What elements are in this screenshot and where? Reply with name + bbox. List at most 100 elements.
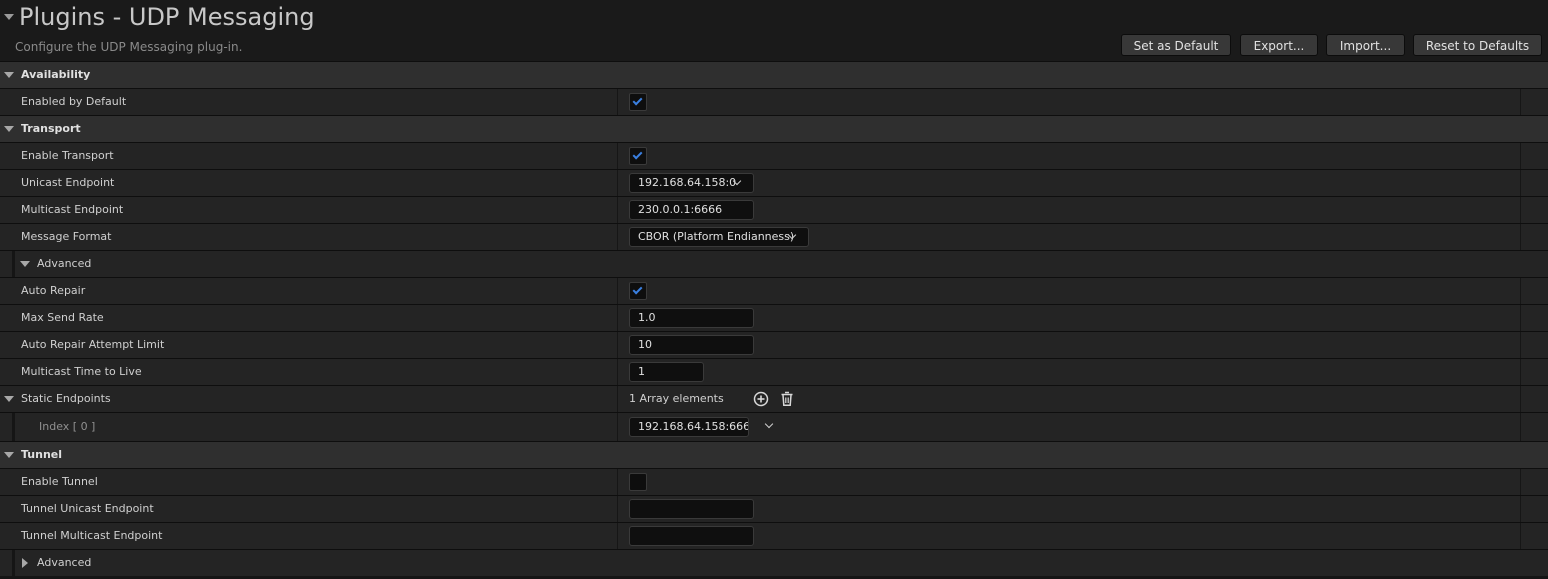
column-divider[interactable] [617, 359, 618, 385]
column-divider[interactable] [617, 386, 618, 412]
column-divider [1520, 359, 1521, 385]
property-row-tunnel-unicast-endpoint: Tunnel Unicast Endpoint [0, 495, 1548, 522]
property-label: Enable Tunnel [21, 475, 98, 488]
property-row-multicast-endpoint: Multicast Endpoint 230.0.0.1:6666 [0, 196, 1548, 223]
array-index-label: Index [ 0 ] [39, 420, 96, 433]
array-element-row: Index [ 0 ] 192.168.64.158:6666 [0, 412, 1548, 441]
array-count: 1 Array elements [629, 392, 724, 405]
property-label: Multicast Time to Live [21, 365, 142, 378]
column-divider [1520, 305, 1521, 331]
column-divider [1520, 197, 1521, 223]
checkmark-icon [632, 284, 643, 295]
property-row-unicast-endpoint: Unicast Endpoint 192.168.64.158:0 [0, 169, 1548, 196]
property-label: Message Format [21, 230, 112, 243]
column-divider [1520, 224, 1521, 250]
export-button[interactable]: Export... [1240, 34, 1318, 56]
enable-transport-checkbox[interactable] [629, 147, 647, 165]
message-format-dropdown[interactable]: CBOR (Platform Endianness) [629, 227, 809, 247]
collapse-caret-icon[interactable] [4, 396, 14, 402]
set-as-default-button[interactable]: Set as Default [1121, 34, 1231, 56]
collapse-caret-icon[interactable] [4, 14, 14, 20]
tunnel-unicast-endpoint-input[interactable] [629, 499, 754, 519]
column-divider[interactable] [617, 496, 618, 522]
property-row-message-format: Message Format CBOR (Platform Endianness… [0, 223, 1548, 250]
property-label: Enable Transport [21, 149, 114, 162]
unicast-endpoint-dropdown[interactable]: 192.168.64.158:0 [629, 173, 754, 193]
property-label: Static Endpoints [21, 392, 111, 405]
dropdown-value: CBOR (Platform Endianness) [638, 230, 795, 243]
property-row-multicast-ttl: Multicast Time to Live 1 [0, 358, 1548, 385]
column-divider[interactable] [617, 332, 618, 358]
column-divider[interactable] [617, 224, 618, 250]
indent-bar [12, 251, 15, 277]
enabled-by-default-checkbox[interactable] [629, 93, 647, 111]
column-divider[interactable] [617, 413, 618, 441]
category-tunnel[interactable]: Tunnel [0, 441, 1548, 468]
enable-tunnel-checkbox[interactable] [629, 473, 647, 491]
collapse-caret-icon[interactable] [4, 452, 14, 458]
property-row-tunnel-multicast-endpoint: Tunnel Multicast Endpoint [0, 522, 1548, 549]
auto-repair-checkbox[interactable] [629, 282, 647, 300]
column-divider[interactable] [617, 143, 618, 169]
checkmark-icon [632, 149, 643, 160]
subcategory-label: Advanced [37, 257, 92, 270]
column-divider [1520, 496, 1521, 522]
property-row-auto-repair: Auto Repair [0, 277, 1548, 304]
category-availability[interactable]: Availability [0, 61, 1548, 88]
property-row-max-send-rate: Max Send Rate 1.0 [0, 304, 1548, 331]
checkmark-icon [632, 95, 643, 106]
subcategory-label: Advanced [37, 556, 92, 569]
subcategory-advanced[interactable]: Advanced [0, 250, 1548, 277]
column-divider[interactable] [617, 523, 618, 549]
column-divider [1520, 89, 1521, 115]
import-button[interactable]: Import... [1326, 34, 1405, 56]
column-divider [1520, 469, 1521, 495]
chevron-down-icon[interactable] [764, 419, 774, 429]
property-row-enable-tunnel: Enable Tunnel [0, 468, 1548, 495]
column-divider [1520, 523, 1521, 549]
category-label: Tunnel [21, 448, 63, 461]
category-label: Availability [21, 68, 91, 81]
max-send-rate-input[interactable]: 1.0 [629, 308, 754, 328]
category-label: Transport [21, 122, 81, 135]
property-label: Auto Repair [21, 284, 86, 297]
expand-caret-icon[interactable] [22, 558, 28, 568]
property-row-enabled-by-default: Enabled by Default [0, 88, 1548, 115]
tunnel-multicast-endpoint-input[interactable] [629, 526, 754, 546]
collapse-caret-icon[interactable] [4, 126, 14, 132]
static-endpoint-input[interactable]: 192.168.64.158:6666 [629, 417, 749, 437]
column-divider [1520, 386, 1521, 412]
indent-bar [12, 550, 15, 576]
dropdown-value: 192.168.64.158:0 [638, 176, 737, 189]
property-row-static-endpoints: Static Endpoints 1 Array elements [0, 385, 1548, 412]
column-divider [1520, 170, 1521, 196]
property-label: Tunnel Unicast Endpoint [21, 502, 154, 515]
page-title: Plugins - UDP Messaging [19, 3, 315, 31]
multicast-ttl-input[interactable]: 1 [629, 362, 704, 382]
column-divider[interactable] [617, 305, 618, 331]
column-divider[interactable] [617, 170, 618, 196]
property-label: Max Send Rate [21, 311, 104, 324]
page-description: Configure the UDP Messaging plug-in. [15, 40, 243, 54]
property-label: Multicast Endpoint [21, 203, 124, 216]
settings-header: Plugins - UDP Messaging Configure the UD… [0, 0, 1548, 61]
collapse-caret-icon[interactable] [20, 261, 30, 267]
collapse-caret-icon[interactable] [4, 72, 14, 78]
column-divider[interactable] [617, 278, 618, 304]
property-label: Tunnel Multicast Endpoint [21, 529, 163, 542]
category-transport[interactable]: Transport [0, 115, 1548, 142]
property-label: Unicast Endpoint [21, 176, 115, 189]
add-element-icon[interactable] [753, 391, 769, 407]
column-divider[interactable] [617, 469, 618, 495]
auto-repair-attempt-limit-input[interactable]: 10 [629, 335, 754, 355]
column-divider [1520, 278, 1521, 304]
column-divider [1520, 332, 1521, 358]
column-divider[interactable] [617, 89, 618, 115]
column-divider[interactable] [617, 197, 618, 223]
subcategory-tunnel-advanced[interactable]: Advanced [0, 549, 1548, 576]
reset-to-defaults-button[interactable]: Reset to Defaults [1413, 34, 1542, 56]
property-label: Auto Repair Attempt Limit [21, 338, 165, 351]
multicast-endpoint-input[interactable]: 230.0.0.1:6666 [629, 200, 754, 220]
column-divider [1520, 413, 1521, 441]
trash-icon[interactable] [779, 391, 795, 407]
